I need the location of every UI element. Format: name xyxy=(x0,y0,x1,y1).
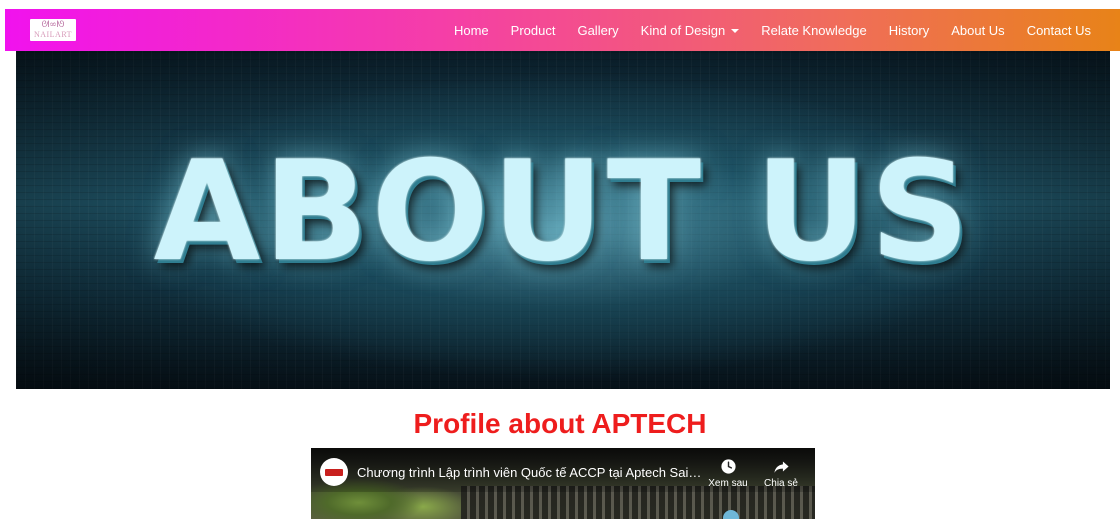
banner-title: ABOUT US xyxy=(153,131,973,292)
logo-text: NAILART xyxy=(33,30,73,39)
logo-glyph: ᘛ∞ᘚ xyxy=(41,20,65,30)
profile-title: Profile about APTECH xyxy=(413,408,707,439)
watch-later-label: Xem sau xyxy=(708,478,748,489)
share-arrow-icon xyxy=(759,458,803,476)
nav-product[interactable]: Product xyxy=(500,23,567,38)
channel-logo-icon xyxy=(325,468,343,476)
caret-down-icon xyxy=(731,29,740,34)
nav-home[interactable]: Home xyxy=(443,23,500,38)
nav-relate-knowledge[interactable]: Relate Knowledge xyxy=(750,23,878,38)
video-thumbnail-orb xyxy=(723,510,739,519)
nav-kind-of-design[interactable]: Kind of Design xyxy=(630,23,751,38)
nav-history[interactable]: History xyxy=(878,23,940,38)
video-title[interactable]: Chương trình Lập trình viên Quốc tế ACCP… xyxy=(357,465,702,480)
share-button[interactable]: Chia sẻ xyxy=(759,458,803,489)
share-label: Chia sẻ xyxy=(764,478,798,489)
watch-later-button[interactable]: Xem sau xyxy=(706,458,750,489)
nav-about-us[interactable]: About Us xyxy=(940,23,1015,38)
channel-avatar[interactable] xyxy=(320,458,348,486)
nav-contact-us[interactable]: Contact Us xyxy=(1016,23,1102,38)
top-navbar: ᘛ∞ᘚ NAILART Home Product Gallery Kind of… xyxy=(5,9,1120,51)
nav-menu: Home Product Gallery Kind of Design Rela… xyxy=(443,9,1102,51)
youtube-video-embed[interactable]: Chương trình Lập trình viên Quốc tế ACCP… xyxy=(311,448,815,519)
nav-gallery[interactable]: Gallery xyxy=(566,23,629,38)
about-us-banner: ABOUT US xyxy=(16,51,1110,389)
nav-kind-of-design-label: Kind of Design xyxy=(640,22,726,38)
clock-icon xyxy=(706,458,750,476)
nailart-logo[interactable]: ᘛ∞ᘚ NAILART xyxy=(30,19,76,41)
